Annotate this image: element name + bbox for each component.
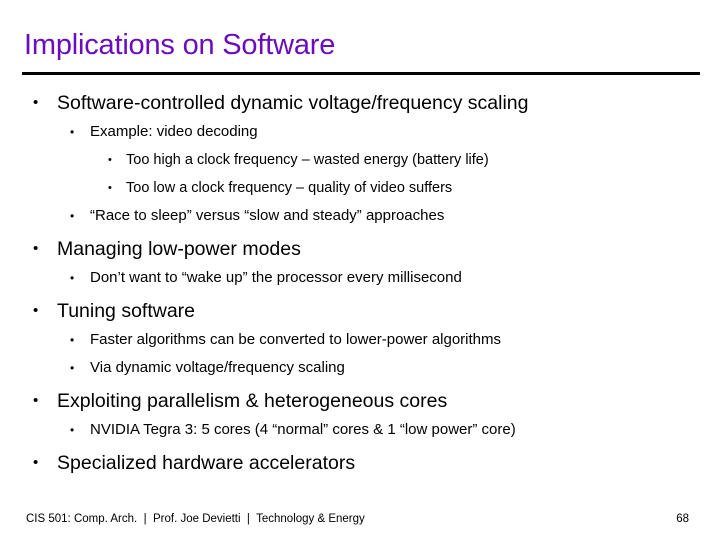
bullet-item-level-2: • Don’t want to “wake up” the processor e… — [0, 264, 720, 292]
bullet-item-level-2: • Example: video decoding — [0, 118, 720, 146]
bullet-item-level-1: • Exploiting parallelism & heterogeneous … — [0, 386, 720, 416]
bullet-point-icon: • — [70, 271, 75, 285]
footer-page-number: 68 — [676, 513, 689, 525]
bullet-item-label: Tuning software — [57, 300, 196, 322]
bullet-item-level-1: • Specialized hardware accelerators — [0, 448, 720, 478]
bullet-item-level-1: • Tuning software — [0, 296, 720, 326]
bullet-item-label: NVIDIA Tegra 3: 5 cores (4 “normal” core… — [90, 421, 516, 438]
bullet-point-icon: • — [33, 302, 39, 319]
bullet-item-label: Too low a clock frequency – quality of v… — [126, 180, 453, 196]
bullet-point-icon: • — [33, 240, 39, 257]
bullet-item-label: Don’t want to “wake up” the processor ev… — [90, 269, 462, 286]
bullet-item-level-3: • Too high a clock frequency – wasted ene… — [0, 146, 720, 174]
slide-footer: CIS 501: Comp. Arch. | Prof. Joe Deviett… — [26, 509, 694, 529]
bullet-point-icon: • — [33, 94, 39, 111]
bullet-point-icon: • — [70, 361, 75, 375]
bullet-point-icon: • — [33, 392, 39, 409]
bullet-item-label: Too high a clock frequency – wasted ener… — [126, 152, 489, 168]
bullet-point-icon: • — [70, 125, 75, 139]
bullet-item-label: Specialized hardware accelerators — [57, 452, 356, 474]
bullet-item-label: Via dynamic voltage/frequency scaling — [90, 359, 345, 376]
bullet-point-icon: • — [70, 333, 75, 347]
bullet-item-level-2: • “Race to sleep” versus “slow and steady… — [0, 202, 720, 230]
footer-credits: CIS 501: Comp. Arch. | Prof. Joe Deviett… — [26, 513, 365, 525]
bullet-item-label: Managing low-power modes — [57, 238, 301, 260]
bullet-item-level-3: • Too low a clock frequency – quality of … — [0, 174, 720, 202]
bullet-point-icon: • — [70, 209, 75, 223]
bullet-point-icon: • — [33, 454, 39, 471]
slide-title-area: Implications on Software — [24, 28, 700, 62]
bullet-item-level-2: • Via dynamic voltage/frequency scaling — [0, 354, 720, 382]
page-title: Implications on Software — [24, 29, 336, 61]
title-divider — [22, 72, 700, 75]
bullet-item-level-2: • NVIDIA Tegra 3: 5 cores (4 “normal” cor… — [0, 416, 720, 444]
bullet-point-icon: • — [108, 154, 112, 166]
bullet-item-level-2: • Faster algorithms can be converted to l… — [0, 326, 720, 354]
bullet-item-label: Software-controlled dynamic voltage/freq… — [57, 92, 529, 114]
bullet-point-icon: • — [108, 182, 112, 194]
bullet-item-level-1: • Software-controlled dynamic voltage/fre… — [0, 88, 720, 118]
slide-canvas: Implications on Software • Software-contr… — [0, 0, 720, 540]
bullet-item-label: Example: video decoding — [90, 123, 258, 140]
slide-body: • Software-controlled dynamic voltage/fre… — [0, 88, 720, 478]
bullet-point-icon: • — [70, 423, 75, 437]
bullet-item-label: Faster algorithms can be converted to lo… — [90, 331, 502, 348]
bullet-item-label: Exploiting parallelism & heterogeneous c… — [57, 390, 448, 412]
bullet-item-label: “Race to sleep” versus “slow and steady”… — [90, 207, 445, 224]
bullet-item-level-1: • Managing low-power modes — [0, 234, 720, 264]
